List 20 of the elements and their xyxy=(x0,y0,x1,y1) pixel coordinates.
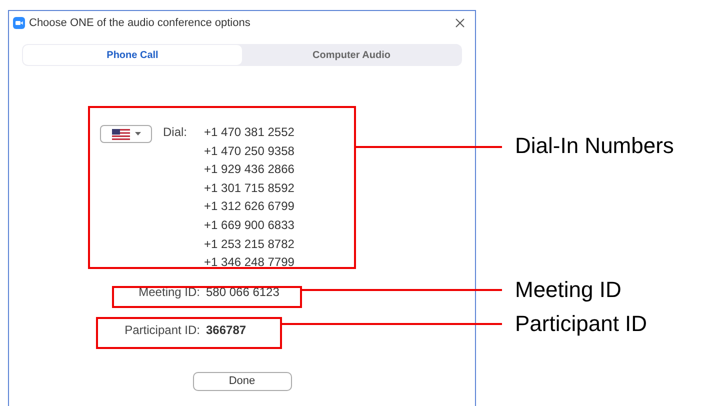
participant-id-label: Participant ID: xyxy=(124,322,200,339)
done-button[interactable]: Done xyxy=(192,372,292,391)
meeting-id-label: Meeting ID: xyxy=(138,284,200,301)
callout-label: Participant ID xyxy=(515,310,648,338)
callout-label: Dial-In Numbers xyxy=(515,132,674,160)
phone-number: +1 470 381 2552 xyxy=(204,124,294,141)
participant-id-value: 366787 xyxy=(206,322,246,339)
window-title: Choose ONE of the audio conference options xyxy=(29,16,250,31)
phone-number: +1 346 248 7799 xyxy=(204,254,294,272)
phone-number: +1 929 436 2866 xyxy=(204,161,294,178)
tab[interactable]: Phone Call xyxy=(23,45,242,65)
phone-number: +1 312 626 6799 xyxy=(204,198,294,216)
meeting-id-value: 580 066 6123 xyxy=(206,284,280,301)
phone-number: +1 669 900 6833 xyxy=(204,216,294,234)
phone-number: +1 253 215 8782 xyxy=(204,236,294,253)
phone-number: +1 470 250 9358 xyxy=(204,142,294,160)
phone-number: +1 301 715 8592 xyxy=(204,180,294,197)
tab[interactable]: Computer Audio xyxy=(242,45,461,65)
dial-label: Dial: xyxy=(163,124,188,141)
callout-label: Meeting ID xyxy=(515,276,622,304)
